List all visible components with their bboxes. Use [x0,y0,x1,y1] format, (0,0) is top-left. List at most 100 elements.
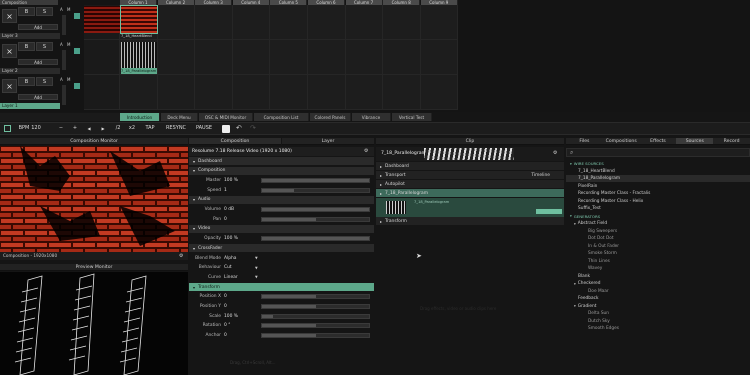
clip-slot[interactable] [157,40,196,75]
param-value[interactable]: 0 [224,333,227,338]
section-header[interactable]: ▾ Transform [189,283,374,292]
clip-slot[interactable] [120,75,158,110]
clip-slot[interactable] [195,40,233,75]
tree-item[interactable]: Blank [566,273,750,280]
transport-mode[interactable]: Timeline [531,173,550,178]
param-value[interactable]: 0 [224,294,227,299]
clip-slot[interactable] [420,75,459,110]
browser-tab[interactable]: Record [713,138,750,145]
layer-opacity-slider[interactable] [62,15,66,35]
layer-clear-button[interactable]: × [2,9,17,23]
tree-item[interactable]: In & Out Fader [566,243,750,250]
clip-settings-icon[interactable]: ⚙ [553,150,557,156]
clip-section-header[interactable]: ▸ 7_18_Parallelogram [376,189,564,197]
clip-slot[interactable] [308,40,346,75]
tree-item[interactable]: ▾ Abstract Field [566,220,750,227]
layer-solo-button[interactable]: S [36,42,53,51]
layer-add-dropdown[interactable]: Add [18,94,58,100]
nudge-back-button[interactable]: ◀ [84,123,94,133]
clip-slot[interactable] [232,40,271,75]
tree-item[interactable]: PixelRain [566,183,750,190]
param-slider[interactable] [261,323,370,329]
section-header[interactable]: ▾ CrossFader [189,244,374,253]
nudge-forward-button[interactable]: ▶ [98,123,108,133]
tree-item[interactable]: ▾ Gradient [566,303,750,310]
layer-name[interactable]: Layer 3 [0,33,60,39]
tree-item[interactable]: Delta Sun [566,310,750,317]
tree-item[interactable]: Thin Lines [566,258,750,265]
clip-slot[interactable] [383,5,421,40]
bpm-minus-button[interactable]: − [56,123,66,133]
layer-add-dropdown[interactable]: Add [18,24,58,30]
deck-tab[interactable]: Deck Menu [161,113,198,121]
tree-item[interactable]: 7_18_HeartBlend [566,168,750,175]
clip-slot[interactable] [270,40,308,75]
clip-section-header[interactable]: ▸ Dashboard [376,162,564,170]
preview-monitor-preview[interactable] [0,272,188,375]
clip-slot[interactable] [270,5,308,40]
undo-icon[interactable]: ↶ [236,124,242,132]
param-value[interactable]: Alpha [224,256,236,261]
section-header[interactable]: ▾ Composition [189,166,374,175]
clip-slot[interactable] [420,5,459,40]
bpm-value[interactable]: 120 [30,123,42,133]
layer-name[interactable]: Layer 2 [0,68,60,74]
clip-slot[interactable] [420,40,459,75]
clip-slot[interactable] [308,5,346,40]
chevron-down-icon[interactable]: ▼ [255,256,258,260]
clip-slot[interactable] [345,40,384,75]
param-value[interactable]: 0 dB [224,207,234,212]
layer-bypass-button[interactable]: B [18,7,35,16]
clip-slot[interactable] [232,5,271,40]
layer-solo-button[interactable]: S [36,7,53,16]
bpm-plus-button[interactable]: + [70,123,80,133]
layer-bypass-button[interactable]: B [18,77,35,86]
layer-a-toggle[interactable]: A [60,42,63,47]
clip-slot[interactable] [345,75,384,110]
clip-thumbnail-heartblend[interactable] [84,6,120,33]
param-slider[interactable] [261,313,370,319]
param-slider[interactable] [261,207,370,212]
deck-tab[interactable]: Vertical Test [392,113,432,121]
clip-slot[interactable] [345,5,384,40]
layer-clear-button[interactable]: × [2,44,17,58]
tree-item[interactable]: Recording Master Class - Fractalis [566,190,750,197]
clip-effect-controls[interactable] [536,209,562,214]
layer-name[interactable]: Layer 1 [0,103,60,109]
clip-slot[interactable] [157,5,196,40]
tree-item[interactable]: 7_18_Parallelogram [566,175,750,183]
tree-item[interactable]: Smoke Storm [566,250,750,257]
browser-tab[interactable]: Files [566,138,603,145]
layer-preview-toggle[interactable] [74,83,80,89]
deck-tab[interactable]: Introduction [120,113,160,121]
param-slider[interactable] [261,333,370,339]
metronome-icon[interactable] [222,125,230,133]
half-bpm-button[interactable]: /2 [112,123,124,133]
param-slider[interactable] [261,177,370,183]
layer-m-toggle[interactable]: M [67,7,70,12]
clip-slot[interactable] [195,75,233,110]
section-header[interactable]: ▾ Video [189,224,374,233]
param-value[interactable]: 1 [224,188,227,193]
chevron-down-icon[interactable]: ▼ [255,266,258,270]
tree-section[interactable]: ▾ WIRE SOURCES [566,160,750,167]
param-slider[interactable] [261,216,370,222]
param-value[interactable]: Linear [224,275,238,280]
param-value[interactable]: Cut [224,265,232,270]
param-slider[interactable] [261,294,370,300]
tab-layer[interactable]: Layer [282,138,374,145]
composition-settings-icon[interactable]: ⚙ [364,148,368,154]
pause-button[interactable]: PAUSE [193,123,215,133]
clip-slot[interactable] [383,75,421,110]
tap-button[interactable]: TAP [142,123,158,133]
section-header[interactable]: ▾ Audio [189,195,374,204]
deck-tab[interactable]: Composition List [254,113,309,121]
layer-m-toggle[interactable]: M [67,42,70,47]
monitor-settings-icon[interactable]: ⚙ [179,253,183,259]
tree-item[interactable]: Feedback [566,295,750,302]
layer-a-toggle[interactable]: A [60,77,63,82]
clip-slot[interactable] [270,75,308,110]
layer-bypass-button[interactable]: B [18,42,35,51]
double-bpm-button[interactable]: x2 [126,123,138,133]
clip-slot[interactable] [308,75,346,110]
